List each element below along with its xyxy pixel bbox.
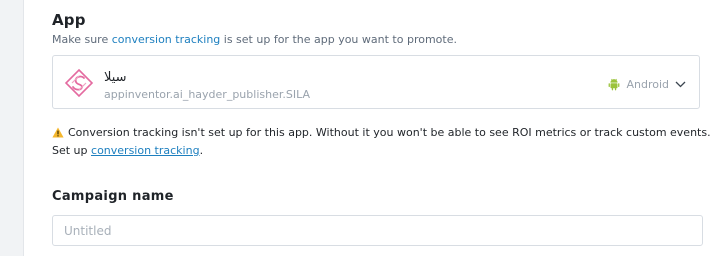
- sila-app-logo-icon: [64, 68, 94, 98]
- app-section-title: App: [52, 11, 86, 29]
- warning-triangle-icon: [52, 127, 64, 138]
- campaign-name-label: Campaign name: [52, 189, 174, 204]
- platform-indicator: Android: [608, 76, 686, 92]
- left-sidebar-rail: [0, 0, 24, 256]
- chevron-down-icon[interactable]: [675, 81, 686, 88]
- warning-conversion-tracking-link[interactable]: conversion tracking: [91, 144, 200, 157]
- app-select-dropdown[interactable]: سيلا appinventor.ai_hayder_publisher.SIL…: [52, 55, 700, 109]
- conversion-tracking-link[interactable]: conversion tracking: [112, 33, 221, 46]
- android-icon: [609, 78, 620, 90]
- description-prefix: Make sure: [52, 33, 112, 46]
- app-name: سيلا: [104, 70, 127, 85]
- warning-suffix: .: [199, 144, 204, 157]
- campaign-name-input[interactable]: [52, 215, 703, 246]
- description-suffix: is set up for the app you want to promot…: [220, 33, 457, 46]
- app-section-description: Make sure conversion tracking is set up …: [52, 33, 457, 46]
- platform-label: Android: [626, 77, 669, 91]
- conversion-tracking-warning: Conversion tracking isn't set up for thi…: [52, 124, 712, 160]
- app-package-id: appinventor.ai_hayder_publisher.SILA: [104, 88, 310, 101]
